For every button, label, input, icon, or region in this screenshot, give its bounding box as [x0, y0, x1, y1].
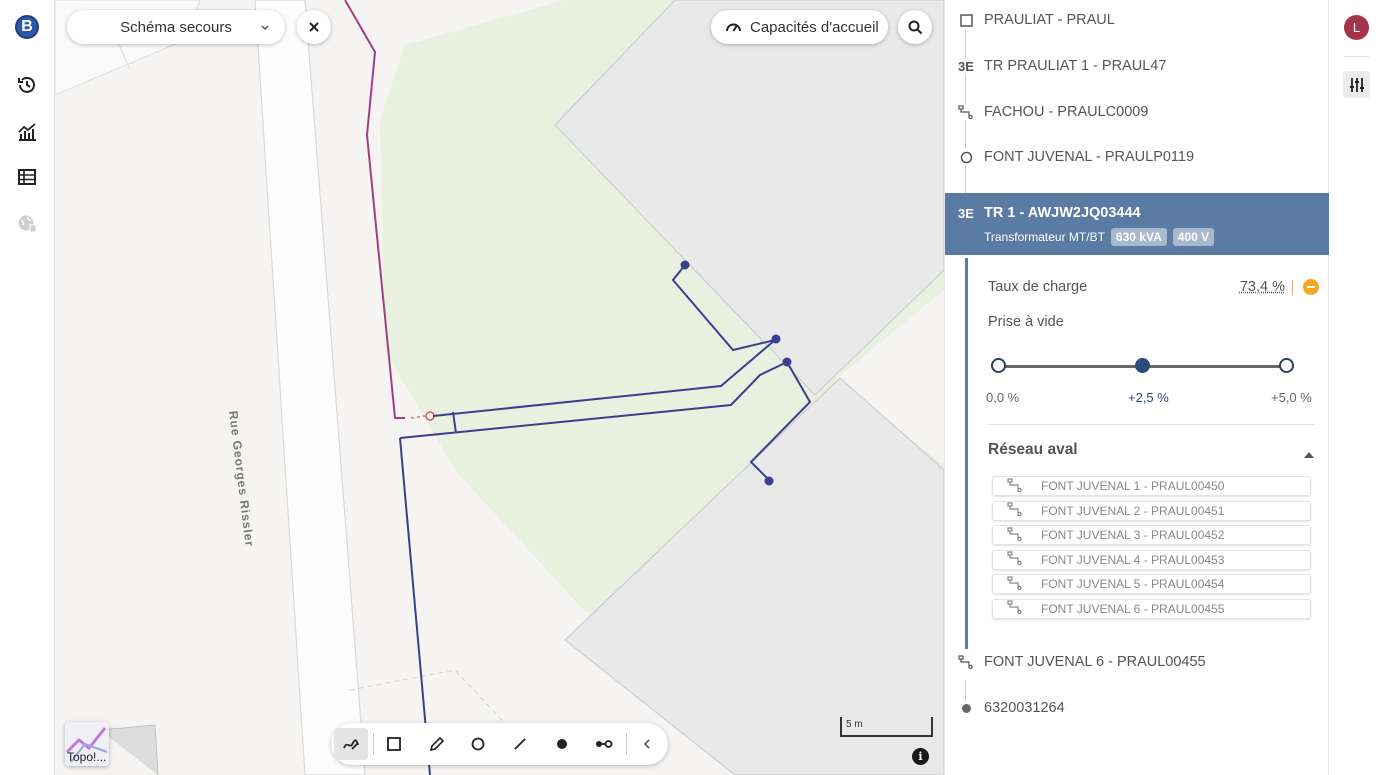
downstream-item[interactable]: FONT JUVENAL 5 - PRAUL00454 — [992, 574, 1311, 594]
tap-slider-dot-0[interactable] — [991, 358, 1006, 373]
warning-icon — [1303, 279, 1319, 295]
scheme-select-value: Schéma secours — [120, 18, 232, 36]
map-view[interactable]: Rue Georges Rissler Schéma secours Capac… — [55, 0, 944, 775]
feeder-icon — [1007, 477, 1023, 495]
sliders-icon — [1349, 77, 1364, 92]
search-button[interactable] — [898, 10, 932, 44]
info-icon[interactable]: i — [912, 748, 929, 765]
downstream-item[interactable]: FONT JUVENAL 1 - PRAUL00450 — [992, 476, 1311, 496]
line-tool-button[interactable] — [503, 728, 537, 760]
capacity-button[interactable]: Capacités d'accueil — [711, 10, 888, 44]
tap-option-0: 0,0 % — [986, 390, 1020, 405]
right-rail: L — [1329, 0, 1384, 775]
feeder-icon — [1007, 502, 1023, 519]
settings-button[interactable] — [1343, 71, 1370, 98]
square-icon — [958, 12, 974, 28]
point-tool-button[interactable] — [545, 728, 579, 760]
selected-subtitle: Transformateur MT/BT — [984, 230, 1105, 244]
downstream-title[interactable]: Réseau aval — [988, 441, 1078, 459]
connector-icon — [596, 740, 613, 748]
tree-item-hv-transformer[interactable]: 3E TR PRAULIAT 1 - PRAUL47 — [945, 44, 1329, 88]
rectangle-icon — [387, 737, 401, 751]
collapse-toolbar-button[interactable] — [630, 728, 664, 760]
circle-tool-button[interactable] — [461, 728, 495, 760]
basemap-label: Topo!... — [67, 750, 107, 764]
rail-divider — [1344, 56, 1369, 57]
feeder-icon — [958, 104, 974, 120]
downstream-item-label: FONT JUVENAL 5 - PRAUL00454 — [1041, 577, 1225, 591]
tap-slider-dot-1[interactable] — [1135, 358, 1150, 373]
downstream-item-label: FONT JUVENAL 6 - PRAUL00455 — [1041, 601, 1225, 616]
selected-title: TR 1 - AWJW2JQ03444 — [984, 205, 1141, 221]
downstream-item-label: FONT JUVENAL 1 - PRAUL00450 — [1041, 479, 1225, 493]
tap-option-2: +5,0 % — [1271, 390, 1312, 405]
chart-icon[interactable] — [12, 117, 42, 147]
scheme-select[interactable]: Schéma secours — [67, 10, 285, 44]
gauge-icon — [725, 19, 742, 39]
tree-item-selected-transformer[interactable]: 3E TR 1 - AWJW2JQ03444 Transformateur MT… — [945, 193, 1329, 255]
globe-icon[interactable] — [12, 208, 42, 238]
downstream-item[interactable]: FONT JUVENAL 2 - PRAUL00451 — [992, 500, 1311, 521]
capacity-button-label: Capacités d'accueil — [750, 18, 879, 36]
freehand-tool-button[interactable] — [334, 728, 368, 760]
downstream-item-label: FONT JUVENAL 4 - PRAUL00453 — [1041, 552, 1225, 567]
feeder-icon — [1007, 575, 1023, 593]
tap-label: Prise à vide — [988, 314, 1064, 330]
feeder-icon — [1007, 526, 1023, 544]
map-canvas — [55, 0, 944, 775]
circle-icon — [958, 149, 974, 165]
rectangle-tool-button[interactable] — [377, 728, 411, 760]
close-button[interactable] — [297, 10, 331, 44]
feeder-icon — [958, 654, 974, 670]
search-icon — [908, 20, 922, 34]
chevron-left-icon — [643, 739, 650, 749]
transformer-details: Taux de charge 73,4 % Prise à vide 0,0 %… — [965, 258, 1329, 649]
downstream-item[interactable]: FONT JUVENAL 3 - PRAUL00452 — [992, 525, 1311, 545]
tree-item-feeder-6[interactable]: FONT JUVENAL 6 - PRAUL00455 — [945, 640, 1329, 684]
caret-up-icon[interactable] — [1303, 446, 1315, 464]
feeder-icon — [1007, 551, 1023, 568]
pencil-icon — [429, 736, 444, 751]
network-tree-panel: PRAULIAT - PRAUL 3E TR PRAULIAT 1 - PRAU… — [944, 0, 1329, 775]
transformer-icon: 3E — [958, 206, 974, 221]
load-value[interactable]: 73,4 % — [1240, 279, 1285, 295]
transformer-icon: 3E — [958, 58, 974, 74]
downstream-item[interactable]: FONT JUVENAL 6 - PRAUL00455 — [992, 598, 1311, 619]
voltage-badge: 400 V — [1172, 228, 1215, 246]
circle-icon — [471, 737, 485, 751]
tree-item-meter[interactable]: 6320031264 — [945, 686, 1329, 730]
section-divider — [988, 424, 1314, 425]
chevron-down-icon — [259, 20, 271, 37]
downstream-item[interactable]: FONT JUVENAL 4 - PRAUL00453 — [992, 549, 1311, 570]
line-icon — [514, 738, 526, 750]
basemap-switcher[interactable]: Topo!... — [65, 722, 109, 766]
map-scale: 5 m — [840, 717, 933, 737]
user-avatar[interactable]: L — [1344, 15, 1369, 40]
load-label: Taux de charge — [988, 279, 1088, 295]
freehand-icon — [343, 739, 359, 750]
tree-item-feeder[interactable]: FACHOU - PRAULC0009 — [945, 90, 1329, 134]
left-nav-rail: B — [0, 0, 55, 775]
close-icon — [309, 22, 319, 32]
pencil-tool-button[interactable] — [419, 728, 453, 760]
feeder-icon — [1007, 600, 1023, 617]
tap-option-1: +2,5 % — [1128, 390, 1169, 405]
downstream-item-label: FONT JUVENAL 3 - PRAUL00452 — [1041, 528, 1225, 542]
table-icon[interactable] — [12, 162, 42, 192]
tap-slider-dot-2[interactable] — [1279, 358, 1294, 373]
downstream-item-label: FONT JUVENAL 2 - PRAUL00451 — [1041, 503, 1225, 518]
tree-item-substation[interactable]: PRAULIAT - PRAUL — [945, 0, 1329, 42]
connector-tool-button[interactable] — [587, 728, 621, 760]
dot-icon — [958, 700, 974, 716]
point-icon — [557, 739, 567, 749]
drawing-toolbar — [331, 723, 668, 765]
tree-item-pole[interactable]: FONT JUVENAL - PRAULP0119 — [945, 135, 1329, 179]
app-logo[interactable]: B — [15, 15, 39, 39]
divider — [1292, 280, 1293, 295]
power-badge: 630 kVA — [1110, 228, 1167, 246]
history-icon[interactable] — [12, 70, 42, 100]
